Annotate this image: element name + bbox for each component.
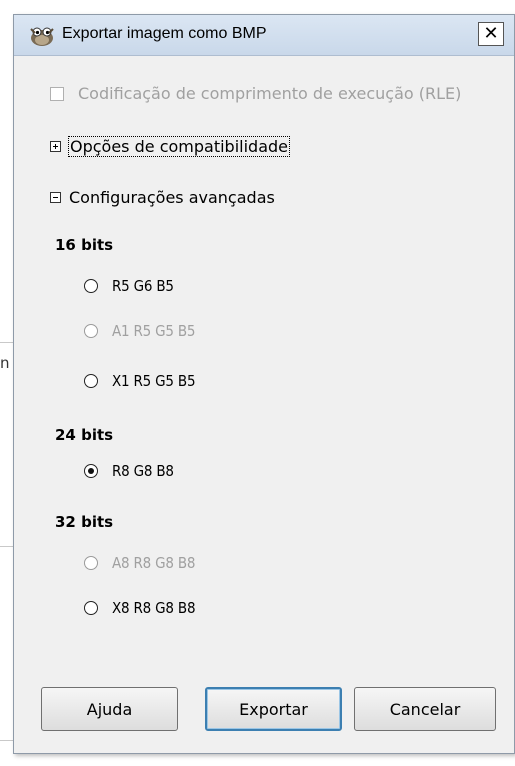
export-button[interactable]: Exportar [205, 687, 342, 731]
help-button-label: Ajuda [86, 699, 133, 719]
radio-label: A8 R8 G8 B8 [112, 554, 196, 572]
compatibility-options-expander[interactable]: Opções de compatibilidade [50, 136, 290, 157]
close-icon: ✕ [483, 23, 499, 44]
radio-button[interactable] [84, 279, 98, 293]
advanced-settings-expander[interactable]: Configurações avançadas [50, 188, 275, 207]
section-title-16-bits: 16 bits [55, 236, 114, 254]
export-bmp-dialog: Exportar imagem como BMP ✕ Codificação d… [13, 14, 515, 754]
title-bar[interactable]: Exportar imagem como BMP ✕ [14, 15, 514, 56]
radio-label: R8 G8 B8 [112, 462, 174, 480]
background-divider-top [0, 342, 13, 343]
radio-x1r5g5b5[interactable]: X1 R5 G5 B5 [84, 372, 196, 390]
background-divider-footer [0, 740, 13, 741]
radio-x8r8g8b8[interactable]: X8 R8 G8 B8 [84, 599, 196, 617]
radio-a1r5g5b5[interactable]: A1 R5 G5 B5 [84, 322, 196, 340]
cancel-button-label: Cancelar [389, 699, 461, 719]
help-button[interactable]: Ajuda [41, 687, 178, 731]
radio-label: X8 R8 G8 B8 [112, 599, 196, 617]
advanced-settings-label: Configurações avançadas [69, 188, 275, 207]
radio-label: R5 G6 B5 [112, 277, 174, 295]
rle-label: Codificação de comprimento de execução (… [78, 84, 462, 103]
section-title-32-bits: 32 bits [55, 513, 114, 531]
close-button[interactable]: ✕ [478, 22, 504, 46]
section-title-24-bits: 24 bits [55, 426, 114, 444]
radio-button[interactable] [84, 324, 98, 338]
export-button-label: Exportar [239, 699, 308, 719]
cancel-button[interactable]: Cancelar [354, 687, 496, 731]
collapse-minus-icon [50, 192, 61, 203]
radio-label: A1 R5 G5 B5 [112, 322, 196, 340]
radio-label: X1 R5 G5 B5 [112, 372, 196, 390]
dialog-title: Exportar imagem como BMP [62, 25, 267, 42]
rle-checkbox[interactable] [50, 86, 64, 101]
gimp-wilber-icon [30, 27, 54, 46]
compatibility-options-label: Opções de compatibilidade [68, 136, 290, 157]
radio-button-selected[interactable] [84, 464, 98, 478]
rle-checkbox-row[interactable]: Codificação de comprimento de execução (… [50, 84, 461, 103]
radio-button[interactable] [84, 556, 98, 570]
radio-r8g8b8[interactable]: R8 G8 B8 [84, 462, 174, 480]
radio-button[interactable] [84, 601, 98, 615]
expand-plus-icon [50, 141, 61, 152]
radio-a8r8g8b8[interactable]: A8 R8 G8 B8 [84, 554, 196, 572]
background-divider-bottom [0, 546, 13, 547]
radio-r5g6b5[interactable]: R5 G6 B5 [84, 277, 174, 295]
radio-button[interactable] [84, 374, 98, 388]
background-text-fragment: n [0, 354, 10, 372]
